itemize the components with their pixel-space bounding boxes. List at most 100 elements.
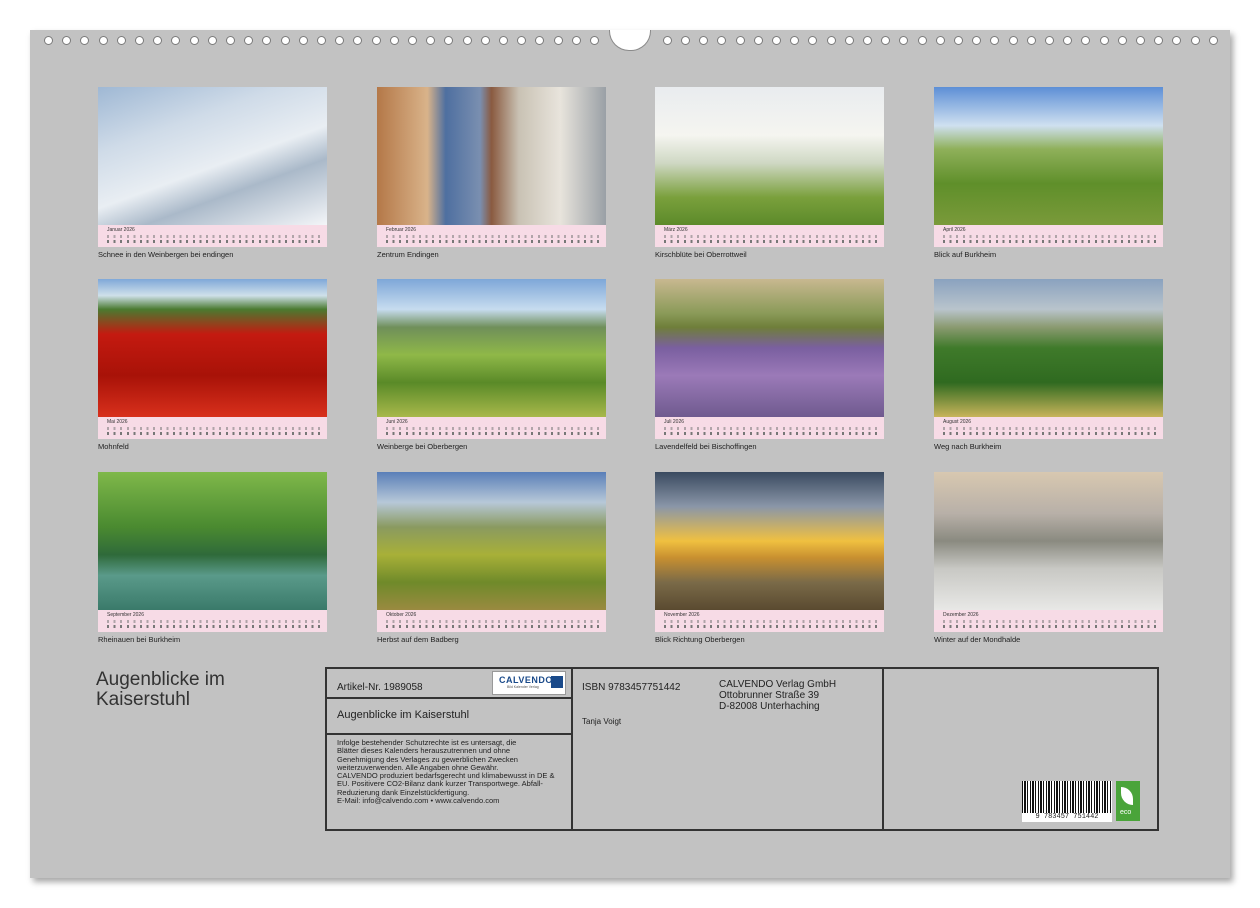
month-label: Oktober 2026 xyxy=(386,612,417,618)
calendar-strip: Juli 2026 xyxy=(655,417,884,439)
legal-line: E-Mail: info@calvendo.com • www.calvendo… xyxy=(337,796,500,806)
photo-caption: Winter auf der Mondhalde xyxy=(934,635,1021,644)
binding-hole xyxy=(317,36,326,45)
binding-hole xyxy=(1136,36,1145,45)
binding-hole xyxy=(1154,36,1164,45)
weekday-row xyxy=(386,620,600,623)
weekday-row xyxy=(664,235,878,238)
month-tile-2: Februar 2026 Zentrum Endingen xyxy=(377,87,606,259)
month-label: Juli 2026 xyxy=(664,419,685,425)
publisher-line: Ottobrunner Straße 39 xyxy=(719,690,820,701)
month-tile-5: Mai 2026 Mohnfeld xyxy=(98,279,327,451)
binding-hole xyxy=(408,36,417,45)
title-line-1: Augenblicke im xyxy=(96,669,225,690)
calendar-strip: Dezember 2026 xyxy=(934,610,1163,632)
binding-hole xyxy=(207,36,217,45)
binding-hole xyxy=(1099,36,1109,45)
binding-hole xyxy=(371,36,381,45)
binding-hole xyxy=(98,36,108,45)
binding-hole xyxy=(571,36,581,45)
binding-hole xyxy=(499,36,508,45)
month-tile-10: Oktober 2026 Herbst auf dem Badberg xyxy=(377,472,606,644)
day-numbers-row xyxy=(386,625,600,628)
binding-hole xyxy=(226,36,235,45)
cherry-blossom-photo xyxy=(655,87,884,225)
weekday-row xyxy=(664,620,878,623)
calendar-strip: August 2026 xyxy=(934,417,1163,439)
binding-hole xyxy=(189,36,199,45)
binding-hole xyxy=(699,36,709,45)
day-numbers-row xyxy=(107,240,321,243)
frost-hills-photo xyxy=(934,472,1163,610)
calendar-strip: April 2026 xyxy=(934,225,1163,247)
binding-hole xyxy=(844,36,854,45)
photo-caption: Zentrum Endingen xyxy=(377,250,439,259)
publisher-address: CALVENDO Verlag GmbH Ottobrunner Straße 3… xyxy=(719,679,836,712)
calendar-strip: Mai 2026 xyxy=(98,417,327,439)
binding-hole xyxy=(353,36,363,45)
binding-hole xyxy=(462,36,472,45)
weekday-row xyxy=(664,427,878,430)
day-numbers-row xyxy=(943,432,1157,435)
binding-hole xyxy=(899,36,909,45)
binding-hole xyxy=(116,36,126,45)
vineyard-hills-photo xyxy=(377,279,606,417)
binding-hole xyxy=(808,36,818,45)
info-divider xyxy=(571,669,573,829)
day-numbers-row xyxy=(107,625,321,628)
binding-hole xyxy=(62,36,72,45)
binding-hole xyxy=(972,36,982,45)
river-meadow-photo xyxy=(98,472,327,610)
weekday-row xyxy=(107,427,321,430)
binding-hole xyxy=(826,36,836,45)
month-tile-6: Juni 2026 Weinberge bei Oberbergen xyxy=(377,279,606,451)
month-tile-4: April 2026 Blick auf Burkheim xyxy=(934,87,1163,259)
day-numbers-row xyxy=(664,432,878,435)
logo-subtext: Bild Kalender Verlag xyxy=(507,685,539,689)
product-title: Augenblicke im Kaiserstuhl xyxy=(337,709,470,721)
binding-hole xyxy=(772,36,781,45)
month-label: Februar 2026 xyxy=(386,227,417,233)
calvendo-logo: CALVENDO Bild Kalender Verlag xyxy=(492,671,566,695)
month-tile-8: August 2026 Weg nach Burkheim xyxy=(934,279,1163,451)
month-label: Mai 2026 xyxy=(107,419,128,425)
calendar-strip: September 2026 xyxy=(98,610,327,632)
photo-caption: Schnee in den Weinbergen bei endingen xyxy=(98,250,234,259)
binding-hole xyxy=(535,36,545,45)
binding-hole xyxy=(790,36,800,45)
publisher-line: CALVENDO Verlag GmbH xyxy=(719,679,837,690)
poppy-field-photo xyxy=(98,279,327,417)
legal-text: Infolge bestehender Schutzrechte ist es … xyxy=(337,738,569,806)
binding-hole xyxy=(298,36,308,45)
binding-hole xyxy=(1208,36,1218,45)
photo-caption: Herbst auf dem Badberg xyxy=(377,635,459,644)
snowy-vineyard-photo xyxy=(98,87,327,225)
binding-hole xyxy=(590,36,599,45)
weekday-row xyxy=(386,235,600,238)
binding-hole xyxy=(735,36,745,45)
binding-hole xyxy=(480,36,490,45)
binding-hole xyxy=(280,36,290,45)
weekday-row xyxy=(943,620,1157,623)
month-label: August 2026 xyxy=(943,419,972,425)
title-line-2: Kaiserstuhl xyxy=(96,689,190,710)
photo-caption: Rheinauen bei Burkheim xyxy=(98,635,181,644)
month-label: Dezember 2026 xyxy=(943,612,979,618)
photo-caption: Blick auf Burkheim xyxy=(934,250,997,259)
binding-hole xyxy=(1026,36,1036,45)
month-tile-12: Dezember 2026 Winter auf der Mondhalde xyxy=(934,472,1163,644)
day-numbers-row xyxy=(386,240,600,243)
month-label: Januar 2026 xyxy=(107,227,135,233)
binding-hole xyxy=(1172,36,1182,45)
binding-hole xyxy=(990,36,1000,45)
town-gate-photo xyxy=(377,87,606,225)
info-box: Artikel-Nr. 1989058 CALVENDO Bild Kalend… xyxy=(325,667,1159,831)
weekday-row xyxy=(107,620,321,623)
binding-hole xyxy=(681,36,690,45)
binding-hole xyxy=(44,36,53,45)
month-tile-11: November 2026 Blick Richtung Oberbergen xyxy=(655,472,884,644)
binding-hole xyxy=(863,36,872,45)
month-tile-3: März 2026 Kirschblüte bei Oberrottweil xyxy=(655,87,884,259)
month-label: März 2026 xyxy=(664,227,688,233)
month-label: November 2026 xyxy=(664,612,700,618)
